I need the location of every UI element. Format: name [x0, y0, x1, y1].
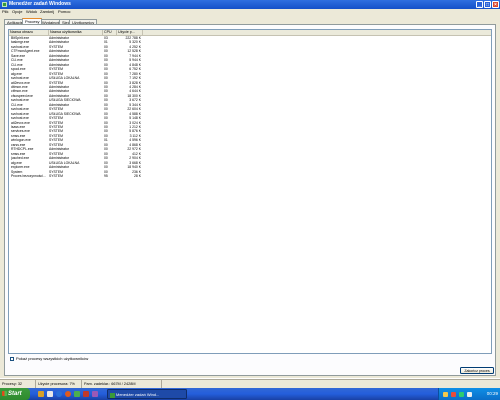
dialog-content: Aplikacje Procesy Wydajność Sieć Użytkow… [0, 15, 500, 378]
processes-panel: Nazwa obrazu Nazwa użytkownika CPU Użyci… [4, 24, 496, 376]
quicklaunch-media-icon[interactable] [83, 391, 89, 397]
process-image-name: Proces bezczynności... [11, 173, 46, 178]
clock[interactable]: 00:29 [487, 388, 498, 400]
table-row[interactable]: Proces bezczynności... SYSTEM 95 28 K [9, 174, 169, 179]
quicklaunch-app-icon[interactable] [74, 391, 80, 397]
quicklaunch-desktop-icon[interactable] [47, 391, 53, 397]
quicklaunch-folder-icon[interactable] [38, 391, 44, 397]
column-header-image-name[interactable]: Nazwa obrazu [9, 30, 49, 35]
window-title: Menedżer zadań Windows [9, 1, 71, 7]
tray-security-icon[interactable] [451, 391, 456, 397]
taskbar-window-label: Menedżer zadań Wind... [116, 392, 160, 397]
tray-network-icon[interactable] [443, 391, 448, 397]
taskbar-window-task-manager[interactable]: Menedżer zadań Wind... [107, 389, 187, 399]
tab-procesy[interactable]: Procesy [22, 18, 43, 24]
column-header-memory[interactable]: Użycie p... [117, 30, 143, 35]
show-all-users-label: Pokaż procesy wszystkich użytkowników [16, 356, 89, 361]
start-button[interactable]: Start [0, 388, 30, 400]
title-bar[interactable]: Menedżer zadań Windows _ □ × [0, 0, 500, 9]
column-header-cpu[interactable]: CPU [103, 30, 117, 35]
system-tray: 00:29 [438, 388, 500, 400]
status-cpu-usage: Użycie procesora: 7% [36, 380, 82, 388]
quicklaunch-firefox-icon[interactable] [65, 391, 71, 397]
tray-volume-icon[interactable] [467, 391, 472, 397]
task-manager-taskbar-icon [110, 392, 115, 398]
end-process-button[interactable]: Zakończ proces [460, 367, 494, 374]
process-user-name: SYSTEM [49, 173, 63, 178]
maximize-button[interactable]: □ [484, 1, 491, 8]
process-memory: 28 K [134, 173, 141, 178]
status-process-count: Procesy: 32 [0, 380, 36, 388]
show-all-users-checkbox[interactable] [10, 356, 14, 361]
tray-app-icon[interactable] [459, 391, 464, 397]
column-header-user-name[interactable]: Nazwa użytkownika [49, 30, 103, 35]
task-manager-app-icon [2, 2, 7, 7]
quicklaunch-browser-icon[interactable] [56, 391, 62, 397]
start-label: Start [8, 391, 22, 397]
show-all-users-option[interactable]: Pokaż procesy wszystkich użytkowników [10, 356, 88, 362]
process-list[interactable]: Nazwa obrazu Nazwa użytkownika CPU Użyci… [8, 29, 492, 354]
status-bar: Procesy: 32 Użycie procesora: 7% Pam. za… [0, 379, 500, 388]
minimize-button[interactable]: _ [476, 1, 483, 8]
taskbar: Start Menedżer zadań Wind... 00:29 [0, 388, 500, 400]
close-button[interactable]: × [492, 1, 499, 8]
quicklaunch-misc-icon[interactable] [92, 391, 98, 397]
status-commit-charge: Pam. zadeklar.: 667M / 2428M [82, 380, 162, 388]
process-cpu: 95 [104, 173, 108, 178]
windows-logo-icon [2, 391, 7, 396]
